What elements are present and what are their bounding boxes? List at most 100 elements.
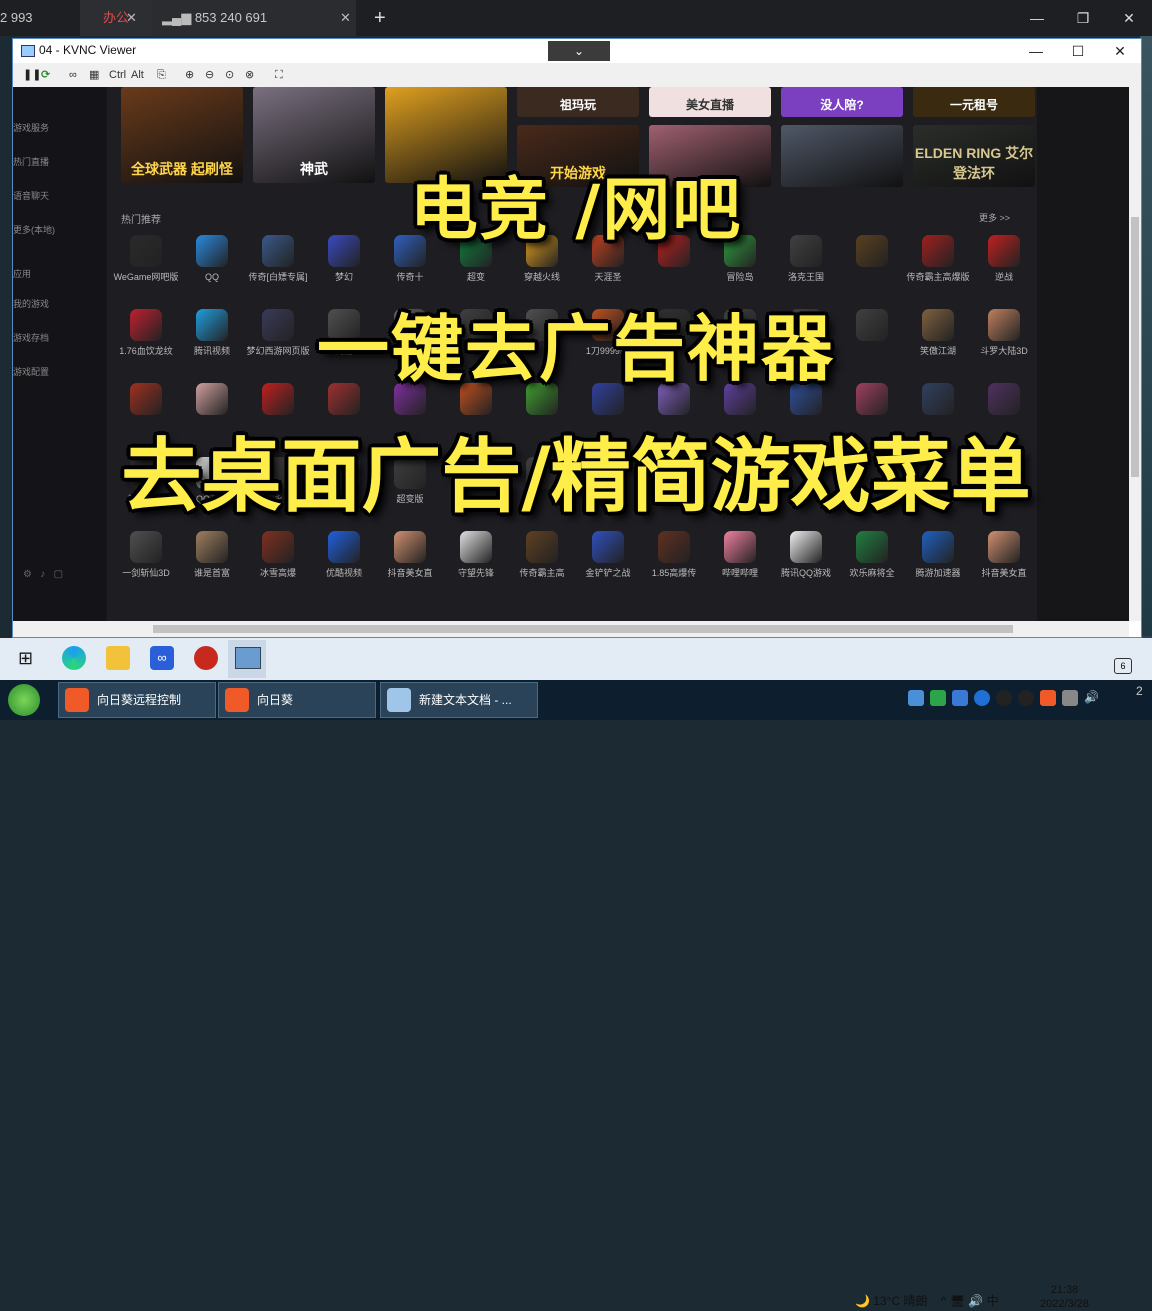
clipboard-icon[interactable]: ⎘ xyxy=(157,68,166,82)
kvnc-title: 04 - KVNC Viewer xyxy=(39,43,137,57)
tab-session-853[interactable]: ▂▄▆ 853 240 691 xyxy=(152,0,356,36)
game-item[interactable]: 谁是首富 xyxy=(179,531,245,601)
game-banner-small[interactable]: 美女直播 xyxy=(649,87,771,117)
game-icon xyxy=(592,531,624,563)
kvnc-app-icon xyxy=(21,45,35,57)
taskbar-button-notepad[interactable]: 新建文本文档 - ... xyxy=(380,682,538,718)
close-tab-icon[interactable]: ✕ xyxy=(340,0,351,36)
game-label: 抖音美女直 xyxy=(387,568,433,578)
zoom-100-icon[interactable]: ⊙ xyxy=(225,68,234,82)
game-banner-small[interactable]: 没人陪? xyxy=(781,87,903,117)
headline-line-3: 去桌面广告/精简游戏菜单 xyxy=(121,430,1031,523)
file-explorer-icon[interactable] xyxy=(106,646,130,670)
qq-tray-icon[interactable] xyxy=(996,690,1012,706)
game-label: 1.85高爆传 xyxy=(651,568,697,578)
game-item[interactable]: 抖音美女直 xyxy=(377,531,443,601)
game-banner-small[interactable]: 祖玛玩 xyxy=(517,87,639,117)
weather-widget[interactable]: 🌙 13°C 晴朗 ^ 🖥 🔊 中 xyxy=(855,1292,999,1309)
volume-icon[interactable]: 🔊 xyxy=(1084,690,1100,706)
close-tab-icon[interactable]: ✕ xyxy=(126,0,137,36)
game-item[interactable]: 一剑斩仙3D xyxy=(113,531,179,601)
left-menu-item[interactable]: 应用 xyxy=(13,267,31,280)
game-icon xyxy=(658,531,690,563)
tray-icon[interactable] xyxy=(952,690,968,706)
tray-icon[interactable] xyxy=(974,690,990,706)
horizontal-scrollbar[interactable] xyxy=(13,621,1129,637)
game-item[interactable]: 传奇霸主高 xyxy=(509,531,575,601)
tab-label: 853 240 691 xyxy=(194,10,268,25)
app-icon[interactable] xyxy=(194,646,218,670)
tab-session-1[interactable]: 2 993 xyxy=(0,0,80,36)
tab-office[interactable]: 办公 xyxy=(80,0,152,36)
active-app-highlight[interactable] xyxy=(228,640,266,678)
game-label: 谁是首富 xyxy=(193,568,230,578)
kvnc-window-controls: — ☐ ✕ xyxy=(1015,39,1141,63)
game-item[interactable]: 冰雪高爆 xyxy=(245,531,311,601)
zoom-fit-icon[interactable]: ⊗ xyxy=(245,68,254,82)
close-button[interactable]: ✕ xyxy=(1106,0,1152,36)
tray-icon[interactable] xyxy=(930,690,946,706)
game-item[interactable]: 哔哩哔哩 xyxy=(707,531,773,601)
start-orb-icon[interactable] xyxy=(8,684,40,716)
minimize-button[interactable]: — xyxy=(1014,0,1060,36)
app-icon[interactable]: ∞ xyxy=(150,646,174,670)
scroll-thumb[interactable] xyxy=(153,625,1013,633)
edge-browser-icon[interactable] xyxy=(62,646,86,670)
notification-badge[interactable]: 6 xyxy=(1114,658,1132,674)
game-label: 传奇霸主高 xyxy=(519,568,565,578)
game-item[interactable]: 腾讯QQ游戏 xyxy=(773,531,839,601)
game-icon xyxy=(526,531,558,563)
restore-button[interactable]: ❐ xyxy=(1060,0,1106,36)
game-item[interactable]: 守望先锋 xyxy=(443,531,509,601)
headline-line-1: 电竞 /网吧 xyxy=(409,171,743,250)
keyboard-icon[interactable]: ▦ xyxy=(89,68,99,82)
new-tab-button[interactable]: + xyxy=(374,0,386,36)
banner-label: 一元租号 xyxy=(949,98,998,112)
banner-label: 祖玛玩 xyxy=(559,98,596,112)
tray-icon[interactable] xyxy=(1062,690,1078,706)
taskbar-button-sunlogin[interactable]: 向日葵 xyxy=(218,682,376,718)
tray-icon[interactable] xyxy=(908,690,924,706)
taskbar-button-label: 向日葵 xyxy=(257,693,294,707)
game-item[interactable]: 抖音美女直 xyxy=(971,531,1037,601)
game-item[interactable]: 欢乐麻将全 xyxy=(839,531,905,601)
clock[interactable]: 21:38 2022/3/28 xyxy=(1040,1283,1089,1311)
weather-text: 13°C 晴朗 xyxy=(873,1294,928,1308)
game-item[interactable]: 金铲铲之战 xyxy=(575,531,641,601)
game-item[interactable]: 优酷视频 xyxy=(311,531,377,601)
system-tray[interactable]: ^ 🖥 🔊 中 xyxy=(941,1294,999,1308)
game-icon xyxy=(394,531,426,563)
refresh-icon[interactable]: ⟳ xyxy=(41,68,50,82)
zoom-out-icon[interactable]: ⊖ xyxy=(205,68,214,82)
sunlogin-tray-icon[interactable] xyxy=(1040,690,1056,706)
ctrl-button[interactable]: Ctrl xyxy=(109,68,126,82)
signal-icon: ▂▄▆ xyxy=(162,10,195,25)
left-menu-item[interactable]: 游戏服务 xyxy=(13,121,49,134)
close-button[interactable]: ✕ xyxy=(1099,39,1141,63)
game-label: 逆战 xyxy=(994,272,1013,282)
maximize-button[interactable]: ☐ xyxy=(1057,39,1099,63)
taskbar-button-sunlogin-remote[interactable]: 向日葵远程控制 xyxy=(58,682,216,718)
vnc-app-icon xyxy=(235,647,261,669)
clock-time: 21:38 xyxy=(1050,1284,1079,1296)
zoom-in-icon[interactable]: ⊕ xyxy=(185,68,194,82)
minimize-button[interactable]: — xyxy=(1015,39,1057,63)
banner-label: 美女直播 xyxy=(685,98,734,112)
settings-icons[interactable]: ⚙ ♪ ▢ xyxy=(23,569,63,580)
game-item[interactable]: 腾游加速器 xyxy=(905,531,971,601)
fullscreen-icon[interactable]: ⛶ xyxy=(275,68,283,82)
game-label: 天涯圣 xyxy=(594,272,622,282)
game-label: 传奇十 xyxy=(396,272,424,282)
start-windows-icon[interactable]: ⊞ xyxy=(18,646,42,670)
game-label: 守望先锋 xyxy=(457,568,494,578)
link-icon[interactable]: ∞ xyxy=(69,68,77,82)
alt-button[interactable]: Alt xyxy=(131,68,144,82)
kvnc-dropdown-button[interactable]: ⌄ xyxy=(548,41,610,61)
game-banner-small[interactable]: 一元租号 xyxy=(913,87,1035,117)
qq-tray-icon[interactable] xyxy=(1018,690,1034,706)
game-item[interactable]: 1.85高爆传 xyxy=(641,531,707,601)
local-tray-icons[interactable]: 🔊 xyxy=(908,690,1138,710)
browser-tab-strip: 2 993 办公 ▂▄▆ 853 240 691 ✕ ✕ + — ❐ ✕ xyxy=(0,0,1152,36)
game-label: 抖音美女直 xyxy=(981,568,1027,578)
pause-icon[interactable]: ❚❚ xyxy=(23,68,41,82)
